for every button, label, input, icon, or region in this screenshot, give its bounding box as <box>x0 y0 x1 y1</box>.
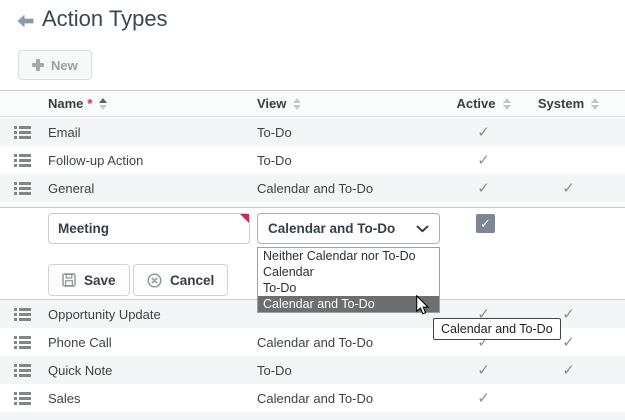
row-name: Follow-up Action <box>48 153 143 168</box>
drag-handle-icon[interactable] <box>14 336 31 349</box>
drag-handle-icon[interactable] <box>14 182 31 195</box>
rows-above-edit: Email To-Do ✓ Follow-up Action To-Do ✓ G… <box>0 118 625 202</box>
dropdown-option[interactable]: Calendar <box>258 264 439 280</box>
view-select[interactable]: Calendar and To-Do <box>257 213 440 244</box>
column-header-system[interactable]: System <box>512 96 625 111</box>
option-tooltip: Calendar and To-Do <box>433 318 561 340</box>
row-name: Email <box>48 125 81 140</box>
title-bar: Action Types <box>0 0 625 45</box>
row-name: Phone Call <box>48 335 112 350</box>
active-checkbox[interactable] <box>476 214 495 233</box>
row-view: To-Do <box>257 363 292 378</box>
save-button-label: Save <box>84 273 116 288</box>
new-button-label: New <box>51 58 78 73</box>
chevron-down-icon <box>416 225 429 233</box>
view-dropdown-panel: Neither Calendar nor To-DoCalendarTo-DoC… <box>257 247 440 313</box>
drag-handle-icon[interactable] <box>14 392 31 405</box>
name-field-wrapper <box>48 213 250 244</box>
table-header: Name * View Active System <box>0 90 625 117</box>
system-column-label: System <box>538 96 584 111</box>
sort-icon-name[interactable] <box>99 98 107 110</box>
cancel-button[interactable]: Cancel <box>133 264 228 296</box>
table-row[interactable]: Sales Calendar and To-Do ✓ <box>0 384 625 412</box>
column-header-view[interactable]: View <box>257 96 455 111</box>
save-button[interactable]: Save <box>48 264 130 296</box>
active-check-icon: ✓ <box>477 180 490 197</box>
table-row[interactable]: Follow-up Action To-Do ✓ <box>0 146 625 174</box>
row-view: Calendar and To-Do <box>257 335 373 350</box>
sort-icon-active[interactable] <box>503 98 511 110</box>
view-select-value: Calendar and To-Do <box>268 221 395 236</box>
cancel-icon <box>147 273 162 288</box>
table-row[interactable]: General Calendar and To-Do ✓ ✓ <box>0 174 625 202</box>
save-icon <box>62 273 76 287</box>
column-header-active[interactable]: Active <box>455 96 512 111</box>
row-view: To-Do <box>257 153 292 168</box>
active-check-icon: ✓ <box>477 152 490 169</box>
table-row[interactable]: Quick Note To-Do ✓ ✓ <box>0 356 625 384</box>
row-view: To-Do <box>257 125 292 140</box>
row-view: Calendar and To-Do <box>257 391 373 406</box>
active-check-icon: ✓ <box>477 362 490 379</box>
row-name: Opportunity Update <box>48 307 161 322</box>
drag-handle-icon[interactable] <box>14 126 31 139</box>
column-header-name[interactable]: Name * <box>44 96 257 111</box>
system-check-icon: ✓ <box>562 334 575 351</box>
view-column-label: View <box>257 96 286 111</box>
required-corner-marker <box>240 214 249 223</box>
table-row[interactable]: Email To-Do ✓ <box>0 118 625 146</box>
active-check-icon: ✓ <box>477 390 490 407</box>
action-types-page: Action Types New Name * View Active <box>0 0 625 420</box>
system-check-icon: ✓ <box>562 180 575 197</box>
row-name: Quick Note <box>48 363 112 378</box>
page-title: Action Types <box>42 6 168 32</box>
drag-handle-icon[interactable] <box>14 308 31 321</box>
name-input[interactable] <box>48 213 250 244</box>
required-asterisk: * <box>87 96 92 111</box>
new-button[interactable]: New <box>18 50 92 80</box>
row-name: Sales <box>48 391 81 406</box>
system-check-icon: ✓ <box>562 362 575 379</box>
back-arrow-icon[interactable] <box>15 13 35 29</box>
dropdown-option[interactable]: To-Do <box>258 280 439 296</box>
drag-handle-icon[interactable] <box>14 154 31 167</box>
row-view: Calendar and To-Do <box>257 181 373 196</box>
drag-handle-icon[interactable] <box>14 364 31 377</box>
system-check-icon: ✓ <box>562 306 575 323</box>
next-row-strip <box>0 412 625 420</box>
sort-icon-system[interactable] <box>591 98 599 110</box>
active-column-label: Active <box>456 96 495 111</box>
name-column-label: Name <box>48 96 83 111</box>
dropdown-option[interactable]: Neither Calendar nor To-Do <box>258 248 439 264</box>
plus-icon <box>32 59 44 71</box>
sort-icon-view[interactable] <box>293 98 301 110</box>
rows-below-edit: Opportunity Update ✓ ✓ Phone Call Calend… <box>0 300 625 412</box>
cancel-button-label: Cancel <box>170 273 214 288</box>
row-name: General <box>48 181 94 196</box>
dropdown-option[interactable]: Calendar and To-Do <box>258 296 439 312</box>
active-check-icon: ✓ <box>477 124 490 141</box>
